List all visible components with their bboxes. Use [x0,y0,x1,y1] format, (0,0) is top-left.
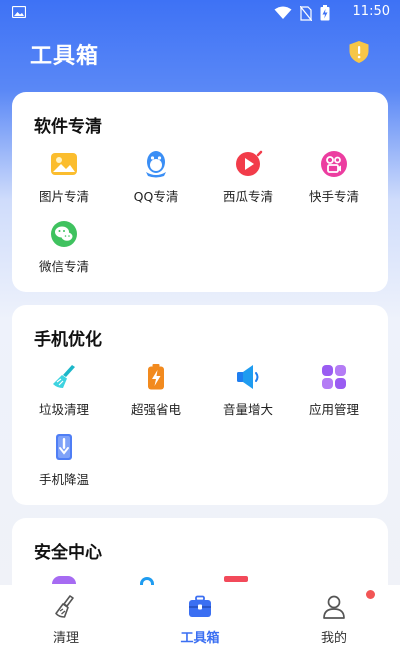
speaker-icon [237,365,259,389]
section-title: 手机优化 [34,330,102,350]
section-card-phone-optimize: 手机优化 垃圾清理 超强省电 音量增大 应用管理 手机降温 [12,305,388,505]
nav-label: 清理 [52,631,79,646]
battery-icon [320,5,330,21]
status-bar: 11:50 [0,0,400,26]
page-title: 工具箱 [30,44,100,69]
tool-label: 快手专清 [308,189,359,204]
bottom-navigation: 清理 工具箱 我的 [0,585,400,658]
tool-label: QQ专清 [133,189,179,204]
toolbox-icon [189,595,211,617]
tool-label: 微信专清 [38,259,89,274]
xigua-play-icon [236,150,263,176]
nav-tab-toolbox[interactable]: 工具箱 [160,593,240,646]
tool-item-junk-clean[interactable]: 垃圾清理 [20,361,108,425]
security-icon-3[interactable] [224,576,248,582]
tool-item-power-save[interactable]: 超强省电 [112,361,200,425]
section-card-app-clean: 软件专清 图片专清 QQ专清 西瓜专清 快手专清 微信专清 [12,92,388,292]
gallery-notification-icon [12,6,26,18]
security-icon-1[interactable] [52,576,76,584]
person-icon [323,595,345,619]
nav-tab-clean[interactable]: 清理 [26,593,106,646]
nav-label: 我的 [320,631,347,646]
tool-item-volume-boost[interactable]: 音量增大 [204,361,292,425]
broom-nav-icon [55,595,74,618]
tool-label: 手机降温 [38,472,89,487]
security-icon-2[interactable] [140,577,154,585]
tool-item-kuaishou-clean[interactable]: 快手专清 [290,148,378,212]
nav-label: 工具箱 [180,631,220,646]
tool-label: 西瓜专清 [222,189,273,204]
tool-label: 图片专清 [38,189,89,204]
wechat-icon [51,221,77,247]
tool-item-qq-clean[interactable]: QQ专清 [112,148,200,212]
tool-item-app-manage[interactable]: 应用管理 [290,361,378,425]
tool-item-wechat-clean[interactable]: 微信专清 [20,218,108,282]
tool-label: 音量增大 [222,402,273,417]
kuaishou-icon [321,151,347,177]
thermometer-icon [56,434,72,460]
battery-bolt-icon [148,364,164,390]
tool-label: 超强省电 [130,402,181,417]
apps-grid-icon [322,365,346,389]
section-title: 安全中心 [34,543,102,563]
broom-icon [53,365,75,388]
wifi-icon [274,6,292,19]
tool-item-xigua-clean[interactable]: 西瓜专清 [204,148,292,212]
qq-penguin-icon [146,151,166,178]
status-time: 11:50 [352,4,390,19]
section-title: 软件专清 [34,117,102,137]
tool-label: 应用管理 [308,402,359,417]
no-sim-icon [300,5,312,21]
shield-alert-icon[interactable] [348,40,370,64]
tool-label: 垃圾清理 [38,402,89,417]
picture-icon [51,153,77,175]
tool-item-phone-cool[interactable]: 手机降温 [20,431,108,495]
notification-dot [366,590,375,599]
tool-item-picture-clean[interactable]: 图片专清 [20,148,108,212]
nav-tab-mine[interactable]: 我的 [294,593,374,646]
